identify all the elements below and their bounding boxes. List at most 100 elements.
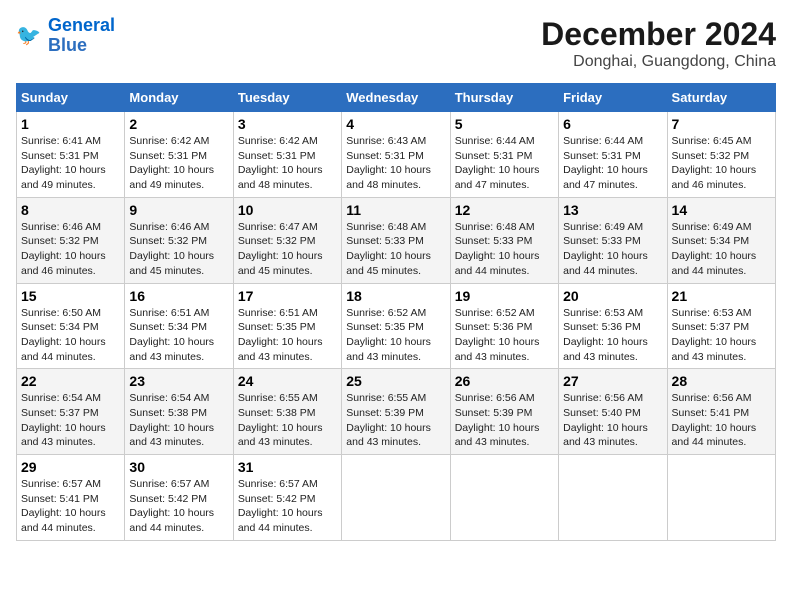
day-number: 20 <box>563 288 662 304</box>
day-number: 3 <box>238 116 337 132</box>
subtitle: Donghai, Guangdong, China <box>541 53 776 71</box>
day-number: 5 <box>455 116 554 132</box>
day-number: 24 <box>238 373 337 389</box>
col-monday: Monday <box>125 84 233 112</box>
day-number: 30 <box>129 459 228 475</box>
day-number: 16 <box>129 288 228 304</box>
day-info: Sunrise: 6:49 AM Sunset: 5:34 PM Dayligh… <box>672 220 771 279</box>
table-row: 15 Sunrise: 6:50 AM Sunset: 5:34 PM Dayli… <box>17 283 125 369</box>
day-info: Sunrise: 6:41 AM Sunset: 5:31 PM Dayligh… <box>21 134 120 193</box>
day-info: Sunrise: 6:51 AM Sunset: 5:34 PM Dayligh… <box>129 306 228 365</box>
day-info: Sunrise: 6:53 AM Sunset: 5:36 PM Dayligh… <box>563 306 662 365</box>
day-number: 31 <box>238 459 337 475</box>
table-row: 30 Sunrise: 6:57 AM Sunset: 5:42 PM Dayli… <box>125 455 233 541</box>
header: 🐦 General Blue December 2024 Donghai, Gu… <box>16 16 776 71</box>
day-info: Sunrise: 6:56 AM Sunset: 5:40 PM Dayligh… <box>563 391 662 450</box>
col-saturday: Saturday <box>667 84 775 112</box>
day-number: 14 <box>672 202 771 218</box>
day-info: Sunrise: 6:57 AM Sunset: 5:42 PM Dayligh… <box>129 477 228 536</box>
table-row: 24 Sunrise: 6:55 AM Sunset: 5:38 PM Dayli… <box>233 369 341 455</box>
day-info: Sunrise: 6:52 AM Sunset: 5:35 PM Dayligh… <box>346 306 445 365</box>
table-row: 28 Sunrise: 6:56 AM Sunset: 5:41 PM Dayli… <box>667 369 775 455</box>
day-number: 29 <box>21 459 120 475</box>
day-info: Sunrise: 6:55 AM Sunset: 5:38 PM Dayligh… <box>238 391 337 450</box>
day-number: 19 <box>455 288 554 304</box>
table-row: 2 Sunrise: 6:42 AM Sunset: 5:31 PM Daylig… <box>125 112 233 198</box>
col-tuesday: Tuesday <box>233 84 341 112</box>
col-sunday: Sunday <box>17 84 125 112</box>
day-info: Sunrise: 6:54 AM Sunset: 5:38 PM Dayligh… <box>129 391 228 450</box>
calendar-header: Sunday Monday Tuesday Wednesday Thursday… <box>17 84 776 112</box>
col-friday: Friday <box>559 84 667 112</box>
day-info: Sunrise: 6:48 AM Sunset: 5:33 PM Dayligh… <box>346 220 445 279</box>
day-number: 2 <box>129 116 228 132</box>
col-wednesday: Wednesday <box>342 84 450 112</box>
day-info: Sunrise: 6:42 AM Sunset: 5:31 PM Dayligh… <box>238 134 337 193</box>
day-number: 15 <box>21 288 120 304</box>
table-row: 23 Sunrise: 6:54 AM Sunset: 5:38 PM Dayli… <box>125 369 233 455</box>
table-row: 29 Sunrise: 6:57 AM Sunset: 5:41 PM Dayli… <box>17 455 125 541</box>
day-number: 7 <box>672 116 771 132</box>
day-number: 27 <box>563 373 662 389</box>
table-row: 22Sunrise: 6:54 AM Sunset: 5:37 PM Dayli… <box>17 369 125 455</box>
table-row: 1 Sunrise: 6:41 AM Sunset: 5:31 PM Daylig… <box>17 112 125 198</box>
day-number: 4 <box>346 116 445 132</box>
day-number: 1 <box>21 116 120 132</box>
day-info: Sunrise: 6:50 AM Sunset: 5:34 PM Dayligh… <box>21 306 120 365</box>
table-row: 19 Sunrise: 6:52 AM Sunset: 5:36 PM Dayli… <box>450 283 558 369</box>
table-row: 27 Sunrise: 6:56 AM Sunset: 5:40 PM Dayli… <box>559 369 667 455</box>
svg-text:🐦: 🐦 <box>16 25 41 47</box>
table-row: 10 Sunrise: 6:47 AM Sunset: 5:32 PM Dayli… <box>233 197 341 283</box>
day-info: Sunrise: 6:55 AM Sunset: 5:39 PM Dayligh… <box>346 391 445 450</box>
day-info: Sunrise: 6:53 AM Sunset: 5:37 PM Dayligh… <box>672 306 771 365</box>
day-number: 23 <box>129 373 228 389</box>
table-row: 3 Sunrise: 6:42 AM Sunset: 5:31 PM Daylig… <box>233 112 341 198</box>
day-number: 25 <box>346 373 445 389</box>
logo-icon: 🐦 <box>16 22 44 50</box>
table-row: 20 Sunrise: 6:53 AM Sunset: 5:36 PM Dayli… <box>559 283 667 369</box>
day-info: Sunrise: 6:52 AM Sunset: 5:36 PM Dayligh… <box>455 306 554 365</box>
day-info: Sunrise: 6:47 AM Sunset: 5:32 PM Dayligh… <box>238 220 337 279</box>
table-row: 17 Sunrise: 6:51 AM Sunset: 5:35 PM Dayli… <box>233 283 341 369</box>
table-row: 26Sunrise: 6:56 AM Sunset: 5:39 PM Dayli… <box>450 369 558 455</box>
day-number: 21 <box>672 288 771 304</box>
day-number: 9 <box>129 202 228 218</box>
day-info: Sunrise: 6:54 AM Sunset: 5:37 PM Dayligh… <box>21 391 120 450</box>
day-number: 28 <box>672 373 771 389</box>
day-info: Sunrise: 6:43 AM Sunset: 5:31 PM Dayligh… <box>346 134 445 193</box>
day-info: Sunrise: 6:48 AM Sunset: 5:33 PM Dayligh… <box>455 220 554 279</box>
day-info: Sunrise: 6:42 AM Sunset: 5:31 PM Dayligh… <box>129 134 228 193</box>
table-row: 4 Sunrise: 6:43 AM Sunset: 5:31 PM Daylig… <box>342 112 450 198</box>
day-number: 8 <box>21 202 120 218</box>
table-row: 16 Sunrise: 6:51 AM Sunset: 5:34 PM Dayli… <box>125 283 233 369</box>
day-number: 10 <box>238 202 337 218</box>
title-area: December 2024 Donghai, Guangdong, China <box>541 16 776 71</box>
table-row: 25 Sunrise: 6:55 AM Sunset: 5:39 PM Dayli… <box>342 369 450 455</box>
day-number: 6 <box>563 116 662 132</box>
day-number: 11 <box>346 202 445 218</box>
day-info: Sunrise: 6:44 AM Sunset: 5:31 PM Dayligh… <box>455 134 554 193</box>
day-info: Sunrise: 6:57 AM Sunset: 5:42 PM Dayligh… <box>238 477 337 536</box>
table-row <box>450 455 558 541</box>
col-thursday: Thursday <box>450 84 558 112</box>
table-row: 31 Sunrise: 6:57 AM Sunset: 5:42 PM Dayli… <box>233 455 341 541</box>
table-row <box>559 455 667 541</box>
day-info: Sunrise: 6:51 AM Sunset: 5:35 PM Dayligh… <box>238 306 337 365</box>
day-number: 12 <box>455 202 554 218</box>
table-row: 5 Sunrise: 6:44 AM Sunset: 5:31 PM Daylig… <box>450 112 558 198</box>
day-number: 13 <box>563 202 662 218</box>
day-number: 26 <box>455 373 554 389</box>
table-row: 8 Sunrise: 6:46 AM Sunset: 5:32 PM Daylig… <box>17 197 125 283</box>
table-row: 7Sunrise: 6:45 AM Sunset: 5:32 PM Daylig… <box>667 112 775 198</box>
calendar-table: Sunday Monday Tuesday Wednesday Thursday… <box>16 83 776 541</box>
day-info: Sunrise: 6:56 AM Sunset: 5:41 PM Dayligh… <box>672 391 771 450</box>
day-info: Sunrise: 6:46 AM Sunset: 5:32 PM Dayligh… <box>129 220 228 279</box>
calendar-body: 1 Sunrise: 6:41 AM Sunset: 5:31 PM Daylig… <box>17 112 776 541</box>
table-row: 18Sunrise: 6:52 AM Sunset: 5:35 PM Dayli… <box>342 283 450 369</box>
table-row: 14 Sunrise: 6:49 AM Sunset: 5:34 PM Dayli… <box>667 197 775 283</box>
day-info: Sunrise: 6:57 AM Sunset: 5:41 PM Dayligh… <box>21 477 120 536</box>
logo-text: General Blue <box>48 16 115 56</box>
day-info: Sunrise: 6:46 AM Sunset: 5:32 PM Dayligh… <box>21 220 120 279</box>
table-row: 12 Sunrise: 6:48 AM Sunset: 5:33 PM Dayli… <box>450 197 558 283</box>
day-number: 17 <box>238 288 337 304</box>
